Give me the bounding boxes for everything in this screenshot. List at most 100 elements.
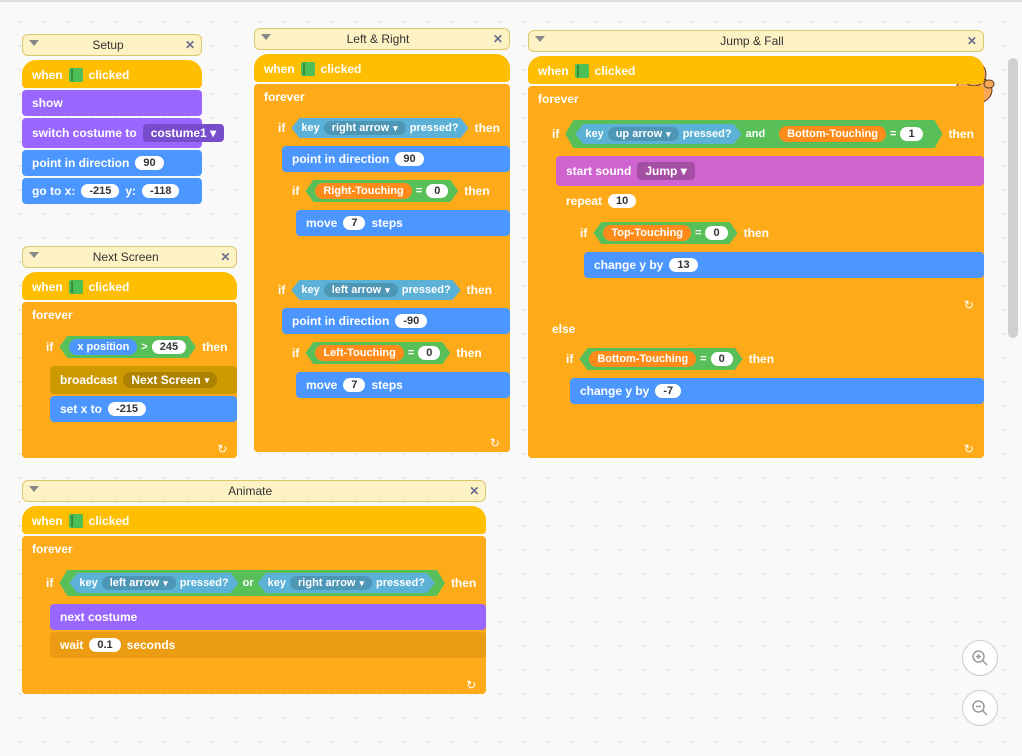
- eq-operator[interactable]: Bottom-Touching = 0: [579, 348, 742, 370]
- repeat-input[interactable]: 10: [608, 194, 636, 208]
- collapse-icon[interactable]: [261, 34, 271, 40]
- jump-fall-stack[interactable]: Jump & Fall ✕ when clicked forever if ke…: [528, 30, 984, 460]
- animate-stack[interactable]: Animate ✕ when clicked forever if key: [22, 480, 486, 696]
- move-steps-block[interactable]: move 7 steps: [296, 210, 510, 236]
- wait-input[interactable]: 0.1: [89, 638, 120, 652]
- collapse-icon[interactable]: [535, 36, 545, 42]
- x-input[interactable]: -215: [81, 184, 119, 198]
- comment-animate[interactable]: Animate ✕: [22, 480, 486, 502]
- forever-block[interactable]: forever if key right arrow ▾ pressed?: [254, 84, 510, 452]
- costume-dropdown[interactable]: costume1 ▾: [143, 124, 224, 142]
- direction-input[interactable]: -90: [395, 314, 427, 328]
- vertical-scrollbar[interactable]: [1008, 58, 1018, 338]
- start-sound-block[interactable]: start sound Jump ▾: [556, 156, 984, 186]
- key-dropdown[interactable]: left arrow ▾: [102, 576, 176, 590]
- variable-reporter[interactable]: Left-Touching: [315, 345, 404, 361]
- y-input[interactable]: -7: [655, 384, 681, 398]
- value-input[interactable]: 0: [711, 352, 733, 366]
- x-position-reporter[interactable]: x position: [69, 339, 137, 355]
- y-input[interactable]: 13: [669, 258, 697, 272]
- collapse-icon[interactable]: [29, 486, 39, 492]
- key-pressed-boolean[interactable]: key up arrow ▾ pressed?: [575, 124, 741, 144]
- direction-input[interactable]: 90: [395, 152, 423, 166]
- point-in-direction-block[interactable]: point in direction 90: [22, 150, 202, 176]
- broadcast-block[interactable]: broadcast Next Screen ▾: [50, 366, 237, 394]
- steps-input[interactable]: 7: [343, 216, 365, 230]
- variable-reporter[interactable]: Bottom-Touching: [589, 351, 696, 367]
- sound-dropdown[interactable]: Jump ▾: [637, 162, 694, 180]
- key-dropdown[interactable]: right arrow ▾: [324, 121, 406, 135]
- y-input[interactable]: -118: [142, 184, 179, 198]
- eq-operator[interactable]: Left-Touching = 0: [305, 342, 450, 364]
- if-left-touching-block[interactable]: if Left-Touching = 0 then move: [282, 336, 510, 416]
- when-flag-clicked-block[interactable]: when clicked: [22, 272, 237, 300]
- value-input[interactable]: 0: [705, 226, 727, 240]
- comment-left-right[interactable]: Left & Right ✕: [254, 28, 510, 50]
- key-pressed-boolean[interactable]: key left arrow ▾ pressed?: [69, 573, 238, 593]
- gt-operator[interactable]: x position > 245: [59, 336, 196, 358]
- if-right-touching-block[interactable]: if Right-Touching = 0 then move: [282, 174, 510, 254]
- direction-input[interactable]: 90: [135, 156, 163, 170]
- close-icon[interactable]: ✕: [493, 32, 503, 46]
- comment-setup[interactable]: Setup ✕: [22, 34, 202, 56]
- threshold-input[interactable]: 245: [152, 340, 186, 354]
- if-right-block[interactable]: if key right arrow ▾ pressed? then: [268, 112, 510, 272]
- scripts-canvas[interactable]: Setup ✕ when clicked show switch costume…: [0, 0, 1022, 756]
- when-flag-clicked-block[interactable]: when clicked: [22, 60, 202, 88]
- comment-next-screen[interactable]: Next Screen ✕: [22, 246, 237, 268]
- key-pressed-boolean[interactable]: key right arrow ▾ pressed?: [258, 573, 435, 593]
- when-flag-clicked-block[interactable]: when clicked: [254, 54, 510, 82]
- steps-input[interactable]: 7: [343, 378, 365, 392]
- value-input[interactable]: 0: [426, 184, 448, 198]
- eq-operator[interactable]: Right-Touching = 0: [305, 180, 458, 202]
- eq-operator[interactable]: Top-Touching = 0: [593, 222, 737, 244]
- zoom-in-button[interactable]: [962, 640, 998, 676]
- zoom-out-button[interactable]: [962, 690, 998, 726]
- if-block[interactable]: if key left arrow ▾ pressed? or: [36, 564, 486, 676]
- point-in-direction-block[interactable]: point in direction 90: [282, 146, 510, 172]
- go-to-xy-block[interactable]: go to x: -215 y: -118: [22, 178, 202, 204]
- variable-reporter[interactable]: Right-Touching: [315, 183, 411, 199]
- key-dropdown[interactable]: left arrow ▾: [324, 283, 398, 297]
- when-flag-clicked-block[interactable]: when clicked: [22, 506, 486, 534]
- show-block[interactable]: show: [22, 90, 202, 116]
- if-else-block[interactable]: if key up arrow ▾ pressed? and: [542, 114, 984, 440]
- setup-stack[interactable]: Setup ✕ when clicked show switch costume…: [22, 34, 202, 206]
- key-pressed-boolean[interactable]: key left arrow ▾ pressed?: [291, 280, 460, 300]
- if-bottom-touching-block[interactable]: if Bottom-Touching = 0 then cha: [556, 342, 984, 422]
- close-icon[interactable]: ✕: [220, 250, 230, 264]
- value-input[interactable]: 0: [418, 346, 440, 360]
- message-dropdown[interactable]: Next Screen ▾: [123, 372, 217, 388]
- or-operator[interactable]: key left arrow ▾ pressed? or key: [59, 570, 445, 596]
- if-block[interactable]: if x position > 245 then broadcast Next: [36, 330, 237, 440]
- value-input[interactable]: 1: [900, 127, 922, 141]
- point-in-direction-block[interactable]: point in direction -90: [282, 308, 510, 334]
- if-left-block[interactable]: if key left arrow ▾ pressed? then: [268, 274, 510, 434]
- key-pressed-boolean[interactable]: key right arrow ▾ pressed?: [291, 118, 468, 138]
- variable-reporter[interactable]: Bottom-Touching: [779, 126, 886, 142]
- close-icon[interactable]: ✕: [185, 38, 195, 52]
- comment-jump-fall[interactable]: Jump & Fall ✕: [528, 30, 984, 52]
- close-icon[interactable]: ✕: [967, 34, 977, 48]
- collapse-icon[interactable]: [29, 252, 39, 258]
- repeat-block[interactable]: repeat 10 if Top-Touching =: [556, 188, 984, 314]
- switch-costume-block[interactable]: switch costume to costume1 ▾: [22, 118, 202, 148]
- and-operator[interactable]: key up arrow ▾ pressed? and Bottom-Touch…: [565, 120, 942, 148]
- forever-block[interactable]: forever if x position > 245 then: [22, 302, 237, 458]
- change-y-block[interactable]: change y by -7: [570, 378, 984, 404]
- next-screen-stack[interactable]: Next Screen ✕ when clicked forever if x …: [22, 246, 237, 460]
- forever-block[interactable]: forever if key up arrow ▾ press: [528, 86, 984, 458]
- move-steps-block[interactable]: move 7 steps: [296, 372, 510, 398]
- collapse-icon[interactable]: [29, 40, 39, 46]
- when-flag-clicked-block[interactable]: when clicked: [528, 56, 984, 84]
- eq-operator[interactable]: Bottom-Touching = 1: [769, 123, 932, 145]
- wait-block[interactable]: wait 0.1 seconds: [50, 632, 486, 658]
- close-icon[interactable]: ✕: [469, 484, 479, 498]
- x-input[interactable]: -215: [108, 402, 146, 416]
- key-dropdown[interactable]: right arrow ▾: [290, 576, 372, 590]
- if-top-touching-block[interactable]: if Top-Touching = 0 then: [570, 216, 984, 296]
- next-costume-block[interactable]: next costume: [50, 604, 486, 630]
- variable-reporter[interactable]: Top-Touching: [603, 225, 691, 241]
- left-right-stack[interactable]: Left & Right ✕ when clicked forever if k…: [254, 28, 510, 454]
- change-y-block[interactable]: change y by 13: [584, 252, 984, 278]
